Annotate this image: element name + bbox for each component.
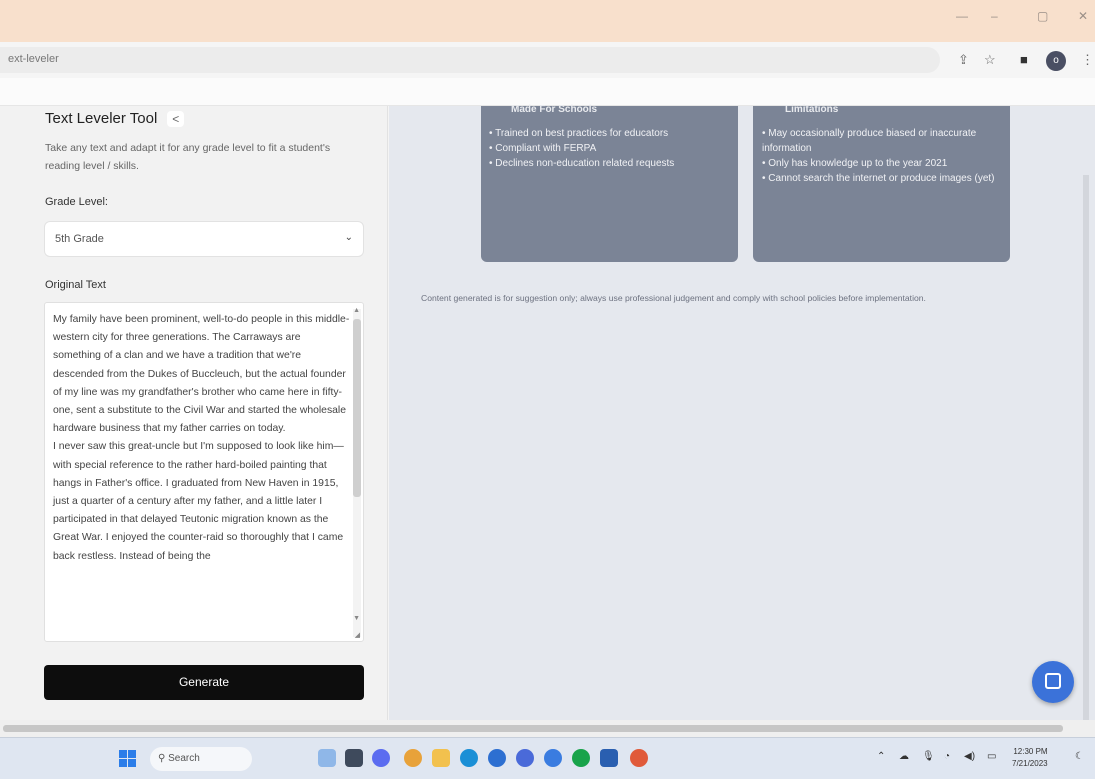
battery-icon[interactable]: ▭ [987,751,996,762]
browser-toolbar: ext-leveler ⇪ ☆ ■ ⋮ [0,42,1095,78]
windows-start-icon[interactable] [119,750,136,767]
grade-level-label: Grade Level: [45,196,108,208]
scroll-up-icon[interactable]: ▲ [353,307,360,314]
textarea-scroll-thumb[interactable] [353,319,361,497]
side-panel-icon[interactable]: ■ [1020,52,1028,67]
chat-icon [1045,673,1061,689]
grade-level-select[interactable]: 5th Grade ⌄ [44,221,364,257]
clock-date: 7/21/2023 [1012,759,1048,768]
chat-app-icon[interactable] [372,749,390,767]
resize-handle-icon[interactable]: ◢ [355,631,360,639]
horizontal-scroll-thumb[interactable] [3,725,1063,732]
mail-icon[interactable] [600,749,618,767]
address-bar[interactable]: ext-leveler [0,47,940,73]
spotify-icon[interactable] [572,749,590,767]
chrome-icon[interactable] [404,749,422,767]
limitations-card: Limitations May occasionally produce bia… [753,104,1010,262]
app-icon[interactable] [488,749,506,767]
card-item: May occasionally produce biased or inacc… [762,126,998,156]
original-text-content: My family have been prominent, well-to-d… [53,314,350,562]
app-icon[interactable] [516,749,534,767]
share-icon[interactable]: < [167,110,185,127]
page-scrollbar[interactable] [1083,175,1089,720]
menu-dots-icon[interactable]: ⋮ [1081,52,1094,68]
volume-icon[interactable]: ◀) [964,751,975,762]
bookmark-star-icon[interactable]: ☆ [984,52,996,68]
tool-description: Take any text and adapt it for any grade… [45,142,331,172]
tool-header: Text Leveler Tool < [45,110,185,127]
tray-cloud-icon[interactable]: ☁ [899,751,909,762]
generate-button[interactable]: Generate [44,665,364,700]
page-title: Text Leveler Tool [45,110,158,127]
windows-taskbar: ⚲ Search ⌃ ☁ 🎙 ◔ ◀) ▭ 12:30 PM 7/21/2023… [0,737,1095,779]
restore-icon[interactable]: – [991,9,998,23]
card-item: Compliant with FERPA [489,141,729,156]
grade-level-value: 5th Grade [55,233,104,245]
chevron-down-icon: ⌄ [344,232,353,243]
app-icon[interactable] [544,749,562,767]
card-item: Declines non-education related requests [489,156,729,171]
taskbar-clock[interactable]: 12:30 PM 7/21/2023 [1012,746,1048,770]
card-item: Trained on best practices for educators [489,126,729,141]
original-text-input[interactable]: My family have been prominent, well-to-d… [44,302,364,642]
edge-icon[interactable] [460,749,478,767]
card-item: Cannot search the internet or produce im… [762,171,998,186]
card-item: Only has knowledge up to the year 2021 [762,156,998,171]
card-list: May occasionally produce biased or inacc… [762,126,998,186]
file-explorer-icon[interactable] [432,749,450,767]
search-icon: ⚲ [158,753,169,764]
browser-titlebar: — – ▢ ✕ [0,0,1095,42]
close-icon[interactable]: ✕ [1078,9,1088,23]
original-text-label: Original Text [45,279,106,291]
card-heading: Limitations [785,104,839,115]
scroll-down-icon[interactable]: ▼ [353,615,360,622]
app-icon[interactable] [630,749,648,767]
wifi-icon[interactable]: ◔ [944,751,950,762]
card-list: Trained on best practices for educators … [489,126,729,171]
horizontal-scrollbar[interactable] [0,720,1095,737]
taskbar-search[interactable]: ⚲ Search [150,747,252,771]
disclaimer-text: Content generated is for suggestion only… [421,293,926,303]
taskbar-search-label: Search [168,753,200,764]
minimize-icon[interactable]: — [956,9,968,23]
profile-avatar[interactable]: o [1046,51,1066,71]
chat-launcher-button[interactable] [1032,661,1074,703]
chevron-up-icon[interactable]: ⌃ [877,751,885,762]
notification-icon[interactable]: ☾ [1075,751,1084,762]
maximize-icon[interactable]: ▢ [1037,9,1048,23]
made-for-schools-card: Made For Schools Trained on best practic… [481,104,738,262]
card-heading: Made For Schools [511,104,598,115]
microphone-icon[interactable]: 🎙 [922,751,935,762]
task-view-icon[interactable] [345,749,363,767]
share-page-icon[interactable]: ⇪ [958,52,969,68]
clock-time: 12:30 PM [1013,747,1048,756]
widgets-icon[interactable] [318,749,336,767]
